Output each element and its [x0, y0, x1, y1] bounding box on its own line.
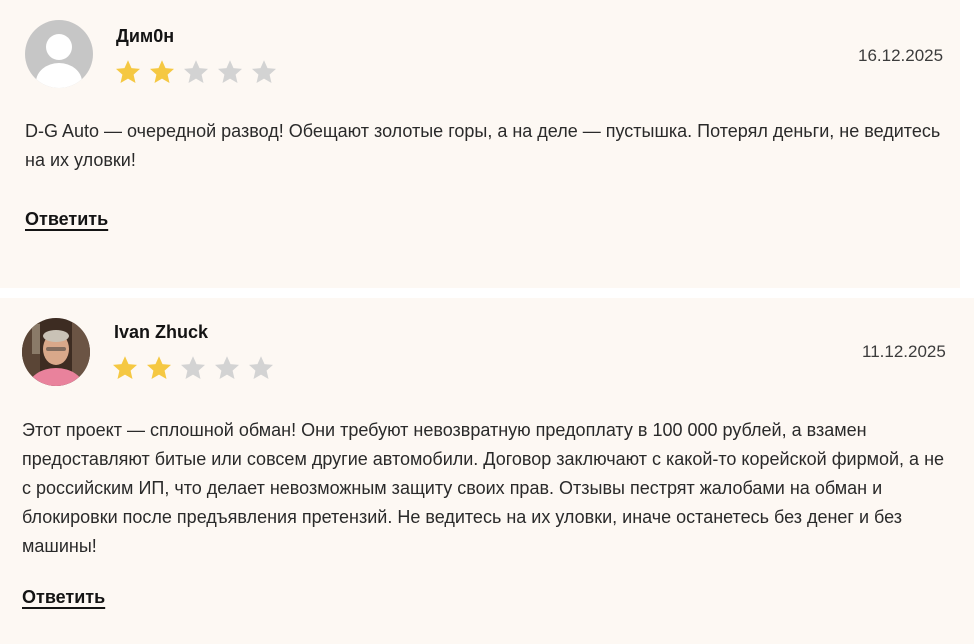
- review-text: D-G Auto — очередной развод! Обещают зол…: [25, 121, 941, 170]
- star-empty-icon: [218, 60, 242, 83]
- review-card: Дим0н 16.12.2025 D-G Auto — очередной ра…: [0, 0, 960, 288]
- review-text: Этот проект — сплошной обман! Они требую…: [22, 420, 945, 556]
- star-empty-icon: [252, 60, 276, 83]
- review-author: Ivan Zhuck: [114, 322, 209, 342]
- star-empty-icon: [215, 356, 239, 379]
- reply-link[interactable]: Ответить: [25, 209, 108, 230]
- star-empty-icon: [181, 356, 205, 379]
- review-card: Ivan Zhuck 11.12.2025 Этот проект — спло…: [0, 298, 974, 644]
- star-filled-icon: [147, 356, 171, 379]
- star-filled-icon: [116, 60, 140, 83]
- user-photo-avatar: [22, 318, 90, 386]
- star-filled-icon: [150, 60, 174, 83]
- reply-link[interactable]: Ответить: [22, 587, 105, 608]
- review-date: 16.12.2025: [858, 46, 944, 65]
- star-filled-icon: [113, 356, 137, 379]
- star-empty-icon: [184, 60, 208, 83]
- star-empty-icon: [249, 356, 273, 379]
- star-rating: [114, 58, 278, 86]
- review-author: Дим0н: [116, 26, 175, 46]
- star-rating: [111, 354, 275, 382]
- default-user-avatar-icon: [25, 20, 93, 88]
- review-date: 11.12.2025: [862, 342, 946, 361]
